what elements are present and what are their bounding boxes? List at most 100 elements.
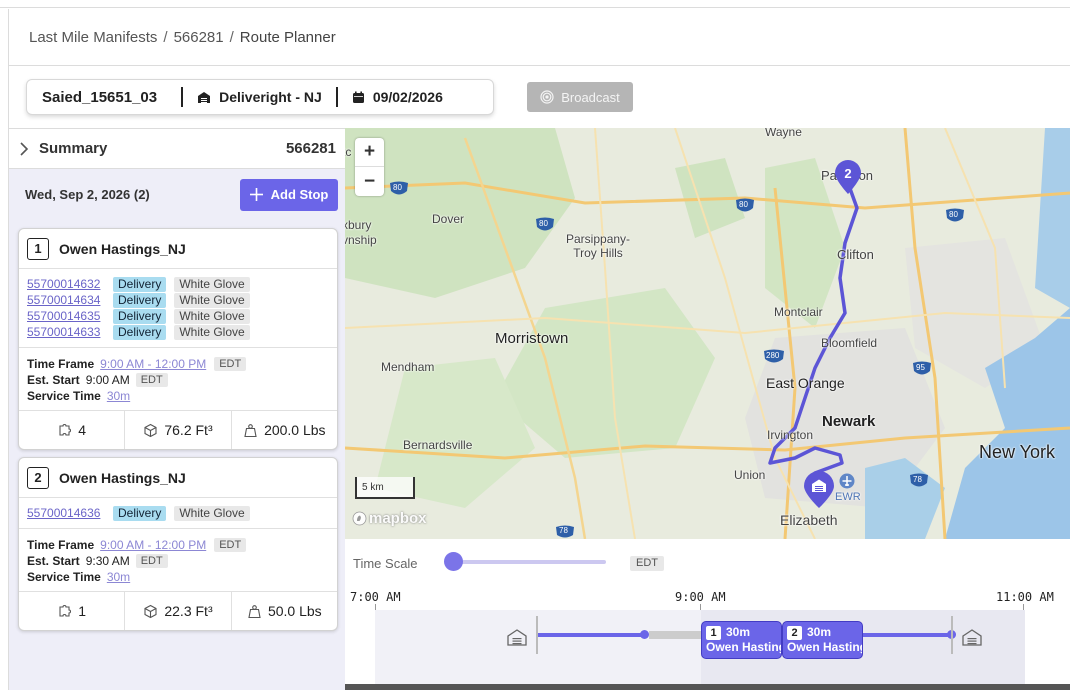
broadcast-icon [540,90,554,104]
breadcrumb-separator: / [163,28,168,46]
depot-marker-icon[interactable] [803,471,835,509]
service-level-badge: White Glove [174,308,250,324]
place-label: Irvington [767,428,814,442]
weight-value: 50.0 Lbs [267,603,322,619]
timeline-stop-name: Owen Hastings_NJ [706,640,781,654]
place-label: xbury [345,218,372,232]
order-id-link[interactable]: 55700014634 [27,293,113,307]
service-level-badge: White Glove [174,324,250,340]
service-time-link[interactable]: 30m [107,389,130,403]
weight-value: 200.0 Lbs [264,422,326,438]
chevron-right-icon [20,141,29,156]
time-scale-slider-handle[interactable] [444,552,463,571]
time-frame-row: Time Frame 9:00 AM - 12:00 PM EDT [27,356,329,372]
stop-card[interactable]: 2 Owen Hastings_NJ 55700014636 Delivery … [18,457,338,631]
route-date-value: 09/02/2026 [372,89,443,105]
order-id-link[interactable]: 55700014636 [27,506,113,520]
stop-details: Time Frame 9:00 AM - 12:00 PM EDT Est. S… [19,348,337,411]
time-tick-label: 7:00 AM [350,590,401,604]
breadcrumb-manifest-id[interactable]: 566281 [174,29,224,46]
order-id-link[interactable]: 55700014632 [27,277,113,291]
breadcrumb-manifests[interactable]: Last Mile Manifests [29,29,157,46]
place-label: Clifton [837,247,874,262]
place-label: Elizabeth [780,512,838,528]
time-frame-link[interactable]: 9:00 AM - 12:00 PM [100,357,206,371]
stop-card[interactable]: 1 Owen Hastings_NJ 55700014632 Delivery … [18,228,338,450]
stop-stats: 4 76.2 Ft³ 200.0 Lbs [19,411,337,449]
service-time-row: Service Time 30m [27,569,329,585]
warehouse-icon [198,91,211,103]
place-label: Parsippany- Troy Hills [566,232,631,260]
highway-number: 80 [393,183,402,192]
summary-toggle[interactable]: Summary 566281 [9,129,346,169]
pieces-value: 4 [78,422,87,438]
broadcast-button[interactable]: Broadcast [527,82,633,112]
zoom-in-button[interactable]: + [355,138,384,167]
route-depot: Deliveright - NJ [183,80,336,114]
place-label: Mendham [381,360,435,374]
mapbox-attribution[interactable]: mapbox [352,510,427,527]
order-list: 55700014636 Delivery White Glove [19,498,337,529]
timeline-stop-name: Owen Hastings_NJ [787,640,862,654]
est-start-row: Est. Start 9:00 AM EDT [27,372,329,388]
place-label: Bloomfield [821,336,878,350]
service-time-link[interactable]: 30m [107,570,130,584]
volume-stat: 76.2 Ft³ [125,411,232,449]
depot-end-icon [962,629,982,646]
pieces-stat: 4 [19,411,126,449]
route-info-card: Saied_15651_03 Deliveright - NJ 09/02/20… [26,79,494,115]
summary-label: Summary [39,140,108,157]
add-stop-button[interactable]: Add Stop [240,178,338,211]
route-map[interactable]: 80 80 80 80 280 95 78 78 Wayne tc Paters… [345,128,1070,539]
cube-icon [144,423,157,437]
stop-marker[interactable]: 2 [834,159,862,195]
stop-number: 1 [27,237,49,260]
puzzle-icon [59,604,72,617]
zoom-out-button[interactable]: − [355,167,384,196]
timeline-panel: Time Scale EDT 7:00 AM 9:00 AM 11:00 AM … [345,539,1070,690]
highway-number: 95 [916,363,925,372]
time-frame-link[interactable]: 9:00 AM - 12:00 PM [100,538,206,552]
weight-icon [248,604,261,618]
order-id-link[interactable]: 55700014633 [27,325,113,339]
service-time-label: Service Time [27,389,101,403]
service-level-badge: White Glove [174,292,250,308]
calendar-icon [352,91,364,103]
highway-number: 78 [913,475,922,484]
timeline-stop-block[interactable]: 1 30m Owen Hastings_NJ [701,621,782,659]
order-id-link[interactable]: 55700014635 [27,309,113,323]
place-label: Morristown [495,330,569,347]
timeline-scrollbar[interactable] [345,684,1070,690]
timezone-badge: EDT [135,373,168,387]
place-label: Union [734,468,766,482]
day-date-label: Wed, Sep 2, 2026 (2) [25,187,150,202]
timezone-badge: EDT [214,538,247,552]
weight-stat: 50.0 Lbs [232,592,337,630]
volume-value: 22.3 Ft³ [164,603,213,619]
drive-segment [863,633,951,637]
route-end-marker [951,616,953,654]
order-row: 55700014636 Delivery White Glove [27,505,329,521]
timeline-stop-block[interactable]: 2 30m Owen Hastings_NJ [782,621,863,659]
timeline-stop-number: 1 [706,626,721,640]
route-date: 09/02/2026 [338,80,457,114]
service-level-badge: White Glove [174,505,250,521]
airport-label: EWR [835,491,861,503]
highway-number: 80 [539,219,548,228]
time-tick-label: 9:00 AM [675,590,726,604]
route-name: Saied_15651_03 [42,88,158,106]
service-time-row: Service Time 30m [27,388,329,404]
depot-name: Deliveright - NJ [219,89,322,105]
stop-name: Owen Hastings_NJ [59,469,186,486]
place-label: tc [345,145,352,159]
volume-stat: 22.3 Ft³ [125,592,232,630]
timezone-badge: EDT [214,357,247,371]
order-row: 55700014633 Delivery White Glove [27,324,329,340]
time-tick-label: 11:00 AM [996,590,1054,604]
time-frame-row: Time Frame 9:00 AM - 12:00 PM EDT [27,537,329,553]
cube-icon [144,604,157,618]
time-scale-slider-track[interactable] [445,560,606,564]
depot-start-icon [507,629,527,646]
place-label: New York [979,442,1056,462]
order-type-badge: Delivery [113,324,167,340]
